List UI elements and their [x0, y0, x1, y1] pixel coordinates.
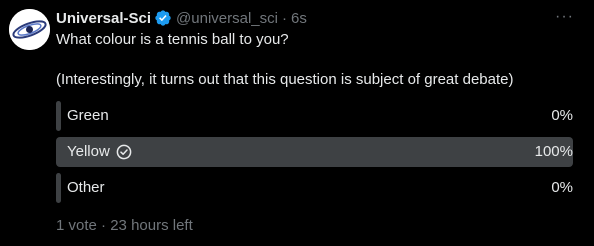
check-circle-icon [116, 144, 132, 160]
footer-separator: · [101, 217, 107, 234]
galaxy-logo-icon [9, 9, 50, 50]
time-left: 23 hours left [110, 217, 193, 234]
tweet-text: What colour is a tennis ball to you? (In… [56, 30, 576, 90]
poll-option-percent: 100% [534, 143, 573, 160]
avatar[interactable] [9, 9, 50, 50]
poll-option-label: Other [67, 179, 105, 196]
header-separator: · [281, 9, 287, 27]
author-name[interactable]: Universal-Sci [56, 10, 151, 27]
tweet-question: What colour is a tennis ball to you? [56, 31, 289, 48]
verified-badge-icon[interactable] [154, 9, 172, 27]
poll-option-percent: 0% [551, 107, 573, 124]
more-options-icon[interactable]: ··· [555, 8, 574, 26]
poll-option-label: Yellow [67, 143, 110, 160]
poll-option-yellow: Yellow 100% [56, 137, 573, 167]
poll-footer: 1 vote · 23 hours left [56, 217, 193, 234]
author-handle[interactable]: @universal_sci [176, 10, 278, 27]
poll: Green 0% Yellow 100% Other 0% [56, 101, 573, 209]
vote-count: 1 vote [56, 217, 97, 234]
poll-option-percent: 0% [551, 179, 573, 196]
poll-bar [56, 173, 61, 203]
poll-option-green: Green 0% [56, 101, 573, 131]
tweet-timestamp[interactable]: 6s [291, 10, 307, 27]
tweet-header: Universal-Sci @universal_sci · 6s [56, 8, 307, 28]
poll-bar [56, 101, 61, 131]
poll-option-other: Other 0% [56, 173, 573, 203]
poll-option-label: Green [67, 107, 109, 124]
poll-bar [56, 137, 573, 167]
tweet-note: (Interestingly, it turns out that this q… [56, 71, 514, 88]
